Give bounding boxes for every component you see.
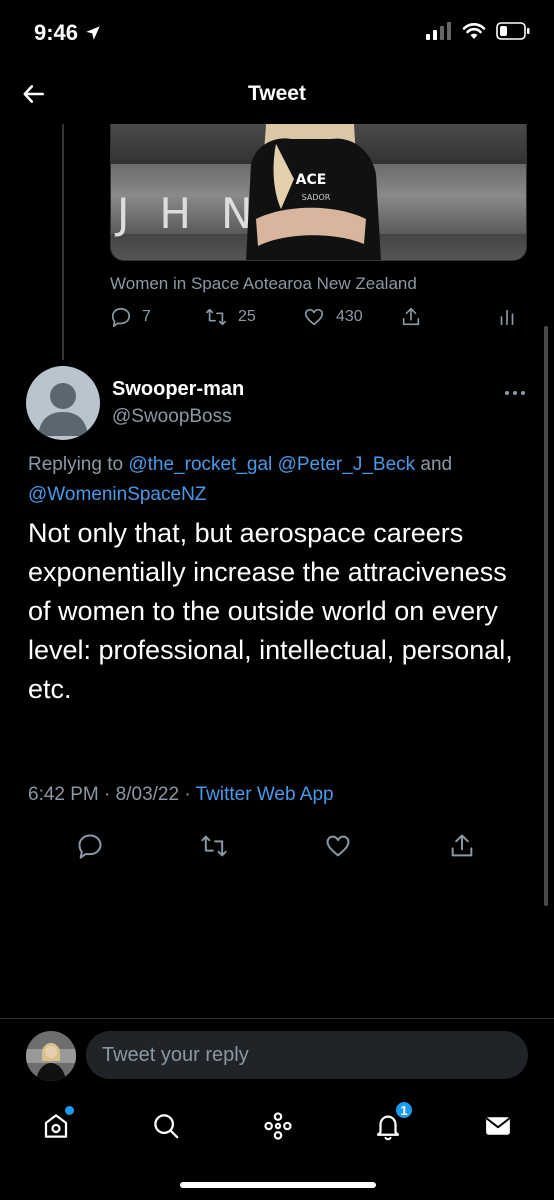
battery-icon bbox=[496, 22, 530, 40]
quoted-share-action[interactable] bbox=[400, 306, 422, 328]
replying-and-label: and bbox=[420, 454, 453, 475]
replying-to-line: Replying to @the_rocket_gal @Peter_J_Bec… bbox=[28, 450, 528, 510]
heart-icon bbox=[304, 308, 324, 326]
shirt-text: ACE bbox=[296, 172, 327, 188]
like-button[interactable] bbox=[320, 828, 356, 864]
mention-link[interactable]: @Peter_J_Beck bbox=[278, 454, 416, 475]
status-icons bbox=[426, 22, 530, 40]
tweet-date: 8/03/22 bbox=[115, 784, 180, 805]
quoted-tweet-actions: 7 25 430 bbox=[108, 306, 528, 336]
reply-icon bbox=[78, 834, 102, 859]
nav-search[interactable] bbox=[146, 1106, 186, 1146]
reply-input[interactable] bbox=[86, 1031, 528, 1079]
scrollbar[interactable] bbox=[544, 326, 548, 906]
quoted-reply-action[interactable]: 7 bbox=[110, 306, 151, 328]
nav-home[interactable] bbox=[36, 1106, 76, 1146]
more-options-button[interactable] bbox=[504, 380, 526, 403]
reply-icon bbox=[111, 307, 131, 327]
retweet-icon bbox=[201, 835, 227, 857]
meta-separator: · bbox=[184, 784, 191, 805]
top-header: Tweet bbox=[0, 64, 554, 124]
location-arrow-icon bbox=[86, 26, 100, 40]
quoted-retweet-action[interactable]: 25 bbox=[204, 306, 256, 328]
quoted-reply-count: 7 bbox=[142, 308, 151, 325]
quoted-retweet-count: 25 bbox=[238, 308, 256, 325]
more-dots-icon bbox=[505, 391, 525, 395]
tweet-source-app[interactable]: Twitter Web App bbox=[196, 784, 334, 805]
current-user-avatar[interactable] bbox=[26, 1031, 76, 1081]
tweet-media-image[interactable]: JHNЯM ACE SADOR bbox=[110, 124, 527, 261]
tweet-meta: 6:42 PM · 8/03/22 · Twitter Web App bbox=[28, 784, 334, 806]
status-bar: 9:46 bbox=[0, 0, 554, 64]
spaces-icon bbox=[264, 1112, 292, 1140]
meta-separator: · bbox=[104, 784, 111, 805]
mail-icon bbox=[486, 1117, 510, 1135]
author-avatar[interactable] bbox=[26, 366, 100, 440]
quoted-analytics-action[interactable] bbox=[496, 306, 518, 328]
share-icon bbox=[402, 307, 420, 326]
retweet-button[interactable] bbox=[196, 828, 232, 864]
cellular-signal-icon bbox=[426, 22, 451, 40]
default-avatar-icon bbox=[38, 383, 88, 436]
heart-icon bbox=[326, 835, 350, 857]
author-display-name[interactable]: Swooper-man bbox=[112, 378, 244, 401]
status-time-text: 9:46 bbox=[34, 20, 79, 45]
share-button[interactable] bbox=[444, 828, 480, 864]
home-unread-dot bbox=[65, 1106, 74, 1115]
analytics-icon bbox=[500, 309, 514, 326]
tweet-time: 6:42 PM bbox=[28, 784, 99, 805]
shirt-subtext: SADOR bbox=[302, 193, 331, 202]
replying-to-label: Replying to bbox=[28, 454, 124, 475]
quoted-like-action[interactable]: 430 bbox=[302, 306, 363, 328]
home-icon bbox=[44, 1114, 68, 1138]
quoted-like-count: 430 bbox=[336, 308, 363, 325]
page-title: Tweet bbox=[248, 82, 306, 105]
nav-messages[interactable] bbox=[478, 1106, 518, 1146]
media-caption: Women in Space Aotearoa New Zealand bbox=[110, 274, 417, 293]
search-icon bbox=[154, 1114, 179, 1139]
tweet-actions bbox=[0, 828, 554, 864]
mention-link[interactable]: @the_rocket_gal bbox=[128, 454, 272, 475]
author-handle[interactable]: @SwoopBoss bbox=[112, 406, 232, 428]
wifi-icon bbox=[462, 23, 486, 39]
share-icon bbox=[451, 834, 473, 857]
nav-notifications[interactable]: 1 bbox=[368, 1100, 414, 1146]
media-person-graphic: ACE SADOR bbox=[246, 124, 381, 260]
home-indicator[interactable] bbox=[180, 1182, 376, 1188]
tweet-body-text: Not only that, but aerospace careers exp… bbox=[28, 518, 513, 704]
thread-connector-line bbox=[62, 124, 64, 360]
notifications-badge: 1 bbox=[394, 1100, 414, 1120]
reply-composer bbox=[0, 1018, 554, 1094]
reply-button[interactable] bbox=[72, 828, 108, 864]
user-photo-icon bbox=[26, 1031, 76, 1081]
status-time: 9:46 bbox=[34, 20, 102, 46]
nav-spaces[interactable] bbox=[258, 1106, 298, 1146]
retweet-icon bbox=[206, 308, 226, 326]
mention-link[interactable]: @WomeninSpaceNZ bbox=[28, 484, 206, 505]
